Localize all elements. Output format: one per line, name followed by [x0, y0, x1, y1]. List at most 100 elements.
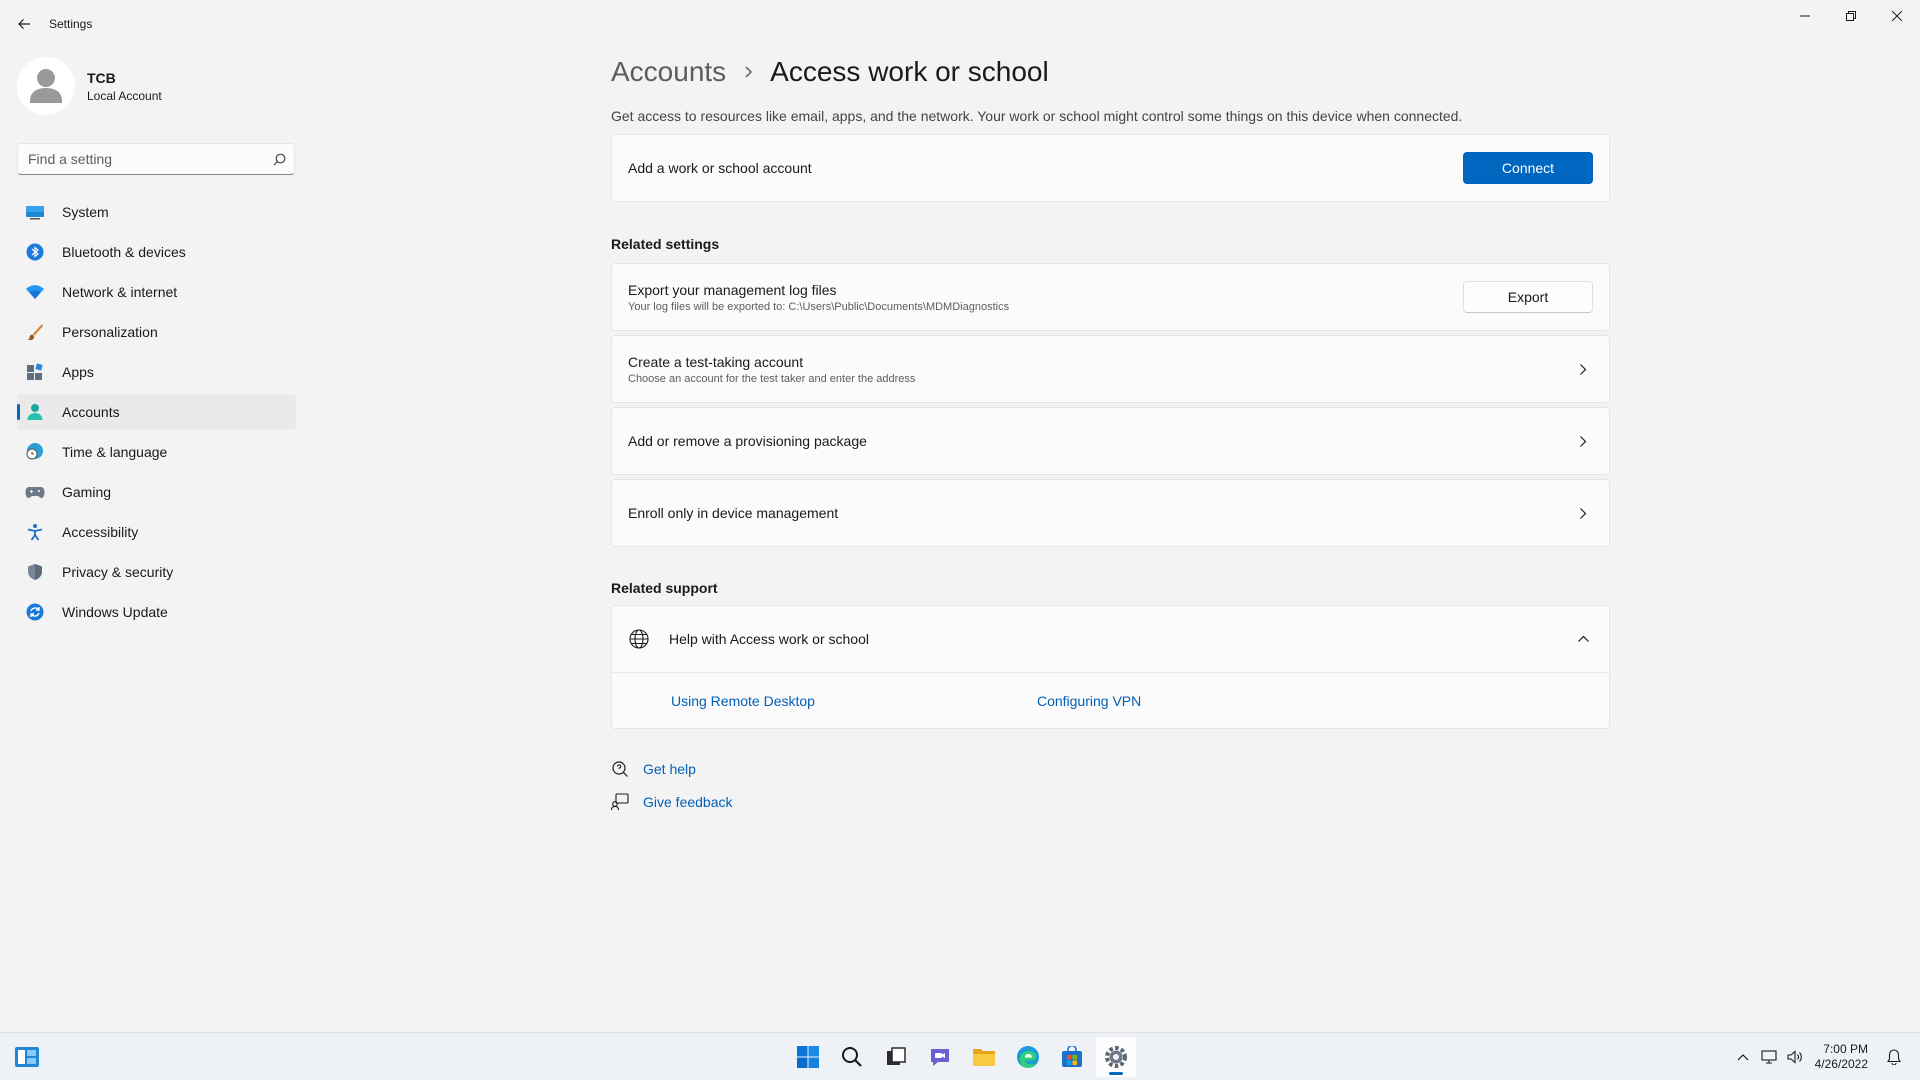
sidebar-item-accessibility[interactable]: Accessibility — [17, 514, 296, 550]
footer-links: Get help Give feedback — [611, 759, 1610, 812]
chevron-right-icon — [1573, 359, 1593, 379]
file-explorer-button[interactable] — [964, 1037, 1004, 1077]
search-icon — [842, 1047, 862, 1067]
sidebar-item-windows-update[interactable]: Windows Update — [17, 594, 296, 630]
taskbar-search-button[interactable] — [832, 1037, 872, 1077]
back-button[interactable] — [12, 10, 36, 38]
taskbar: 7:00 PM 4/26/2022 — [0, 1032, 1920, 1080]
breadcrumb-parent-link[interactable]: Accounts — [611, 56, 726, 88]
minimize-button[interactable] — [1782, 0, 1828, 32]
add-account-card: Add a work or school account Connect — [611, 134, 1610, 202]
help-expander-header[interactable]: Help with Access work or school — [612, 606, 1609, 673]
export-logs-title: Export your management log files — [628, 281, 837, 298]
bluetooth-icon — [25, 242, 45, 262]
start-icon — [797, 1046, 819, 1068]
display-icon — [25, 202, 45, 222]
notifications-button[interactable] — [1882, 1045, 1906, 1069]
widgets-icon — [15, 1047, 39, 1067]
sidebar-item-system[interactable]: System — [17, 194, 296, 230]
maximize-button[interactable] — [1828, 0, 1874, 32]
globe-icon — [628, 628, 650, 650]
search-input[interactable] — [18, 144, 264, 174]
sidebar-item-label: Time & language — [62, 444, 168, 460]
connect-button[interactable]: Connect — [1463, 152, 1593, 184]
page-title: Access work or school — [770, 56, 1049, 87]
main-content: Accounts Access work or school Get acces… — [611, 56, 1610, 825]
sidebar-item-apps[interactable]: Apps — [17, 354, 296, 390]
provisioning-package-card[interactable]: Add or remove a provisioning package — [611, 407, 1610, 475]
sidebar-item-label: System — [62, 204, 109, 220]
network-status-button[interactable] — [1757, 1045, 1781, 1069]
remote-desktop-link[interactable]: Using Remote Desktop — [671, 693, 815, 709]
start-button[interactable] — [788, 1037, 828, 1077]
show-hidden-icons-button[interactable] — [1731, 1045, 1755, 1069]
sidebar-item-privacy-security[interactable]: Privacy & security — [17, 554, 296, 590]
feedback-icon — [611, 793, 629, 811]
system-tray: 7:00 PM 4/26/2022 — [1731, 1033, 1920, 1080]
settings-icon — [1105, 1046, 1127, 1068]
account-type: Local Account — [87, 88, 162, 103]
edge-icon — [1017, 1046, 1039, 1068]
related-settings-heading: Related settings — [611, 236, 720, 252]
sidebar-item-network[interactable]: Network & internet — [17, 274, 296, 310]
sidebar-item-personalization[interactable]: Personalization — [17, 314, 296, 350]
sidebar-item-label: Network & internet — [62, 284, 178, 300]
close-button[interactable] — [1874, 0, 1920, 32]
notification-bell-icon — [1887, 1049, 1901, 1065]
clock[interactable]: 7:00 PM 4/26/2022 — [1815, 1042, 1868, 1072]
user-profile[interactable]: TCB Local Account — [17, 57, 162, 115]
update-icon — [25, 602, 45, 622]
sidebar-item-label: Apps — [62, 364, 94, 380]
chat-button[interactable] — [920, 1037, 960, 1077]
test-account-title: Create a test-taking account — [628, 353, 804, 370]
configuring-vpn-link[interactable]: Configuring VPN — [1037, 693, 1141, 709]
taskbar-apps — [788, 1037, 1140, 1077]
shield-icon — [25, 562, 45, 582]
store-icon — [1062, 1046, 1082, 1067]
chat-icon — [931, 1049, 949, 1066]
test-taking-account-card[interactable]: Create a test-taking account Choose an a… — [611, 335, 1610, 403]
sidebar-item-gaming[interactable]: Gaming — [17, 474, 296, 510]
restore-icon — [1846, 11, 1856, 21]
person-icon — [25, 402, 45, 422]
speaker-icon — [1787, 1050, 1802, 1064]
help-links: Using Remote Desktop Configuring VPN — [612, 673, 1609, 728]
brush-icon — [25, 322, 45, 342]
chevron-right-icon — [1573, 431, 1593, 451]
task-view-button[interactable] — [876, 1037, 916, 1077]
globe-clock-icon — [25, 442, 45, 462]
widgets-button[interactable] — [13, 1045, 41, 1069]
sidebar-item-accounts[interactable]: Accounts — [17, 394, 296, 430]
enroll-device-management-card[interactable]: Enroll only in device management — [611, 479, 1610, 547]
get-help-link[interactable]: Get help — [643, 761, 696, 777]
page-description: Get access to resources like email, apps… — [611, 108, 1463, 124]
wifi-icon — [25, 282, 45, 302]
clock-date: 4/26/2022 — [1814, 1057, 1868, 1071]
export-button[interactable]: Export — [1463, 281, 1593, 313]
help-expander-title: Help with Access work or school — [669, 631, 869, 647]
sidebar-item-time-language[interactable]: Time & language — [17, 434, 296, 470]
sidebar-item-bluetooth[interactable]: Bluetooth & devices — [17, 234, 296, 270]
give-feedback-link[interactable]: Give feedback — [643, 794, 733, 810]
search-button[interactable] — [264, 144, 294, 174]
help-chat-icon — [611, 760, 629, 778]
volume-button[interactable] — [1783, 1045, 1807, 1069]
export-logs-card: Export your management log files Your lo… — [611, 263, 1610, 331]
breadcrumb-chevron-icon — [743, 65, 753, 79]
store-button[interactable] — [1052, 1037, 1092, 1077]
help-expander: Help with Access work or school Using Re… — [611, 605, 1610, 729]
title-bar: Settings — [0, 0, 1920, 48]
gamepad-icon — [25, 482, 45, 502]
give-feedback-item: Give feedback — [611, 792, 1610, 812]
settings-taskbar-button[interactable] — [1096, 1037, 1136, 1077]
related-support-heading: Related support — [611, 580, 718, 596]
file-explorer-icon — [973, 1049, 995, 1066]
edge-button[interactable] — [1008, 1037, 1048, 1077]
sidebar-item-label: Windows Update — [62, 604, 168, 620]
accessibility-icon — [25, 522, 45, 542]
apps-icon — [25, 362, 45, 382]
app-title: Settings — [49, 17, 93, 31]
chevron-up-icon — [1573, 629, 1593, 649]
back-arrow-icon — [18, 19, 30, 29]
search-icon — [273, 153, 285, 165]
